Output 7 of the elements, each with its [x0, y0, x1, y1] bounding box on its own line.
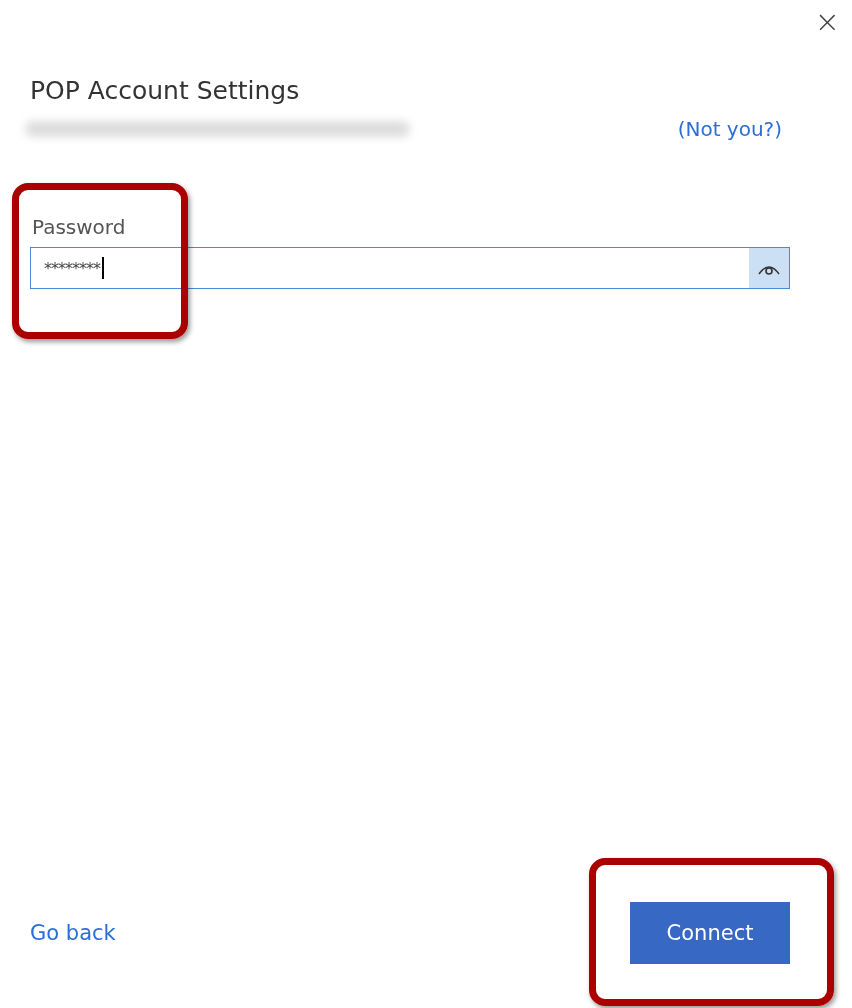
password-label: Password: [32, 215, 127, 239]
dialog-title: POP Account Settings: [30, 76, 301, 105]
close-button[interactable]: ×: [806, 4, 848, 40]
password-field[interactable]: ********: [30, 247, 790, 289]
not-you-link[interactable]: (Not you?): [677, 117, 782, 141]
connect-button[interactable]: Connect: [630, 902, 790, 964]
go-back-link[interactable]: Go back: [30, 921, 116, 945]
